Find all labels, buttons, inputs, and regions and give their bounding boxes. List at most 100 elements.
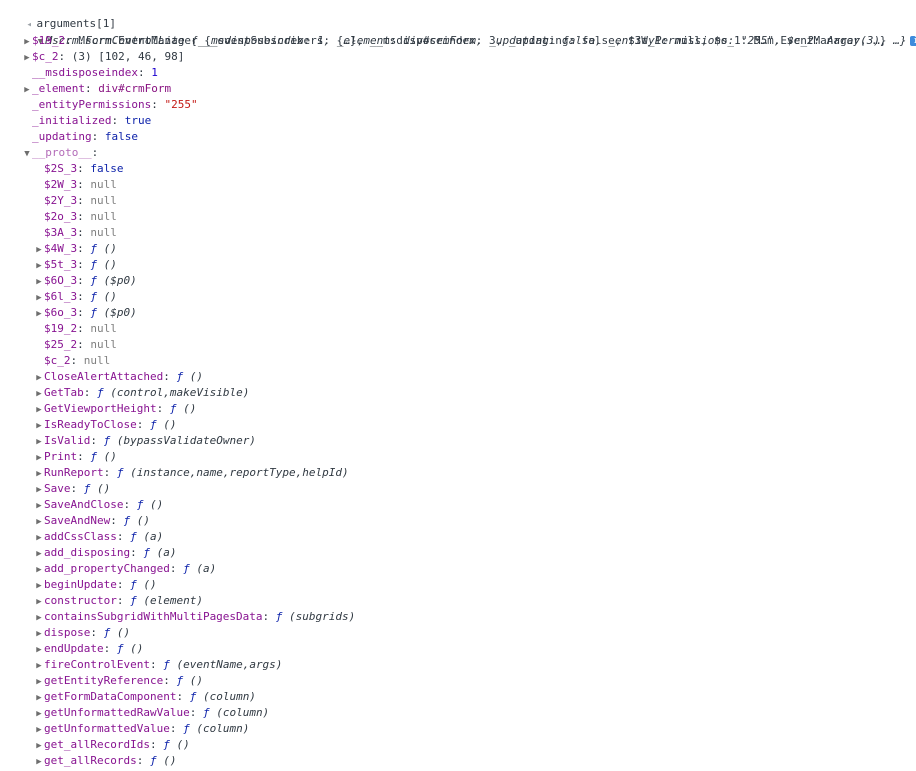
proto-property-row: ▶$2W_3: null	[34, 177, 117, 193]
proto-property-key: GetViewportHeight	[44, 402, 157, 415]
collapsed-arrow-icon[interactable]: ▶	[34, 658, 44, 674]
proto-property-row[interactable]: ▶ RunReport: ƒ (instance,name,reportType,…	[34, 465, 348, 482]
proto-property-key: $3A_3	[44, 226, 78, 239]
proto-property-row[interactable]: ▶ GetTab: ƒ (control,makeVisible)	[34, 385, 249, 401]
proto-property-value: ()	[116, 626, 131, 639]
proto-separator: :	[83, 386, 97, 399]
collapsed-arrow-icon[interactable]: ▶	[34, 386, 44, 402]
proto-property-row: ▶$2o_3: null	[34, 209, 117, 225]
proto-property-key: $6o_3	[44, 306, 78, 319]
property-row[interactable]: ▶ _element: div#crmForm	[22, 81, 171, 97]
collapsed-arrow-icon[interactable]: ▶	[34, 578, 44, 594]
proto-property-row[interactable]: ▶ getFormDataComponent: ƒ (column)	[34, 689, 256, 705]
proto-property-row[interactable]: ▶ constructor: ƒ (element)	[34, 593, 203, 609]
proto-separator: :	[103, 466, 117, 479]
collapsed-arrow-icon[interactable]: ▶	[34, 274, 44, 290]
collapsed-arrow-icon[interactable]: ▶	[22, 50, 32, 66]
function-symbol-icon: ƒ	[149, 754, 157, 767]
proto-property-row[interactable]: ▶ getEntityReference: ƒ ()	[34, 673, 203, 689]
collapsed-arrow-icon[interactable]: ▶	[34, 418, 44, 434]
collapsed-arrow-icon[interactable]: ▶	[22, 82, 32, 98]
proto-property-row[interactable]: ▶ dispose: ƒ ()	[34, 625, 130, 641]
proto-property-row[interactable]: ▶ beginUpdate: ƒ ()	[34, 577, 156, 594]
collapsed-arrow-icon[interactable]: ▶	[34, 258, 44, 274]
collapsed-arrow-icon[interactable]: ▶	[34, 610, 44, 626]
collapsed-arrow-icon[interactable]: ▶	[34, 306, 44, 322]
proto-property-value: ()	[189, 370, 203, 383]
proto-separator: :	[189, 706, 203, 719]
proto-separator: :	[77, 450, 91, 463]
collapsed-arrow-icon[interactable]: ▶	[34, 498, 44, 514]
collapsed-arrow-icon[interactable]: ▶	[34, 626, 44, 642]
proto-property-row[interactable]: ▶ $6O_3: ƒ ($p0)	[34, 273, 136, 290]
collapsed-arrow-icon[interactable]: ▶	[34, 434, 44, 450]
collapsed-arrow-icon[interactable]: ▶	[34, 754, 44, 770]
proto-property-row[interactable]: ▶ $6l_3: ƒ ()	[34, 289, 117, 305]
collapsed-arrow-icon[interactable]: ▶	[34, 466, 44, 482]
info-icon[interactable]: i	[910, 36, 916, 46]
proto-property-value: null	[90, 210, 117, 223]
collapsed-arrow-icon[interactable]: ▶	[34, 546, 44, 562]
collapsed-arrow-icon[interactable]: ▶	[34, 562, 44, 578]
property-row[interactable]: ▶ $19_2: Mscrm.EventManager {_eventSubscr…	[22, 33, 886, 49]
root-object-row[interactable]: ▼ Mscrm.FormControlLite {__msdisposeindex…	[0, 17, 916, 47]
proto-property-row[interactable]: ▶ containsSubgridWithMultiPagesData: ƒ (s…	[34, 609, 355, 625]
property-key: __proto__	[32, 146, 92, 159]
collapsed-arrow-icon[interactable]: ▶	[34, 722, 44, 738]
collapsed-arrow-icon[interactable]: ▶	[34, 690, 44, 706]
proto-property-key: Save	[44, 482, 71, 495]
proto-separator: :	[77, 306, 91, 319]
proto-property-row[interactable]: ▶ endUpdate: ƒ ()	[34, 641, 143, 657]
collapsed-arrow-icon[interactable]: ▶	[34, 370, 44, 386]
property-separator: :	[65, 34, 79, 47]
proto-property-key: getFormDataComponent	[44, 690, 177, 703]
collapsed-arrow-icon[interactable]: ▶	[34, 242, 44, 258]
proto-property-value: ()	[103, 242, 117, 255]
proto-property-row[interactable]: ▶ getUnformattedValue: ƒ (column)	[34, 721, 249, 737]
property-row[interactable]: ▶ $c_2: (3) [102, 46, 98]	[22, 49, 184, 65]
proto-property-row[interactable]: ▶ IsValid: ƒ (bypassValidateOwner)	[34, 433, 256, 449]
proto-property-key: $2Y_3	[44, 194, 78, 207]
proto-property-key: IsReadyToClose	[44, 418, 137, 431]
proto-property-row[interactable]: ▶ $5t_3: ƒ ()	[34, 257, 117, 273]
proto-property-row[interactable]: ▶ addCssClass: ƒ (a)	[34, 529, 163, 545]
collapsed-arrow-icon[interactable]: ▶	[34, 450, 44, 466]
proto-property-row[interactable]: ▶ getUnformattedRawValue: ƒ (column)	[34, 705, 269, 721]
proto-property-value: null	[90, 194, 117, 207]
proto-property-row[interactable]: ▶ CloseAlertAttached: ƒ ()	[34, 369, 203, 385]
proto-property-row[interactable]: ▶ fireControlEvent: ƒ (eventName,args)	[34, 657, 282, 673]
proto-property-row[interactable]: ▶ SaveAndClose: ƒ ()	[34, 497, 163, 513]
proto-property-row[interactable]: ▶ get_allRecordIds: ƒ ()	[34, 737, 189, 754]
collapsed-arrow-icon[interactable]: ▶	[34, 642, 44, 658]
collapsed-arrow-icon[interactable]: ▶	[34, 482, 44, 498]
proto-property-row[interactable]: ▶ Save: ƒ ()	[34, 481, 110, 497]
proto-separator: :	[77, 258, 91, 271]
proto-property-row[interactable]: ▶ add_disposing: ƒ (a)	[34, 545, 176, 561]
proto-property-row[interactable]: ▶ GetViewportHeight: ƒ ()	[34, 401, 196, 417]
proto-property-row[interactable]: ▶ SaveAndNew: ƒ ()	[34, 513, 150, 529]
proto-property-row[interactable]: ▶ get_allRecords: ƒ ()	[34, 753, 176, 769]
proto-property-row[interactable]: ▶ IsReadyToClose: ƒ ()	[34, 417, 176, 433]
proto-property-row[interactable]: ▶ $6o_3: ƒ ($p0)	[34, 305, 136, 322]
collapsed-arrow-icon[interactable]: ▶	[34, 530, 44, 546]
collapsed-arrow-icon[interactable]: ▶	[34, 706, 44, 722]
collapsed-arrow-icon[interactable]: ▶	[34, 738, 44, 754]
expanded-arrow-icon[interactable]: ▼	[22, 146, 32, 162]
proto-property-row[interactable]: ▶ $4W_3: ƒ ()	[34, 241, 117, 257]
collapsed-arrow-icon[interactable]: ▶	[34, 290, 44, 306]
collapsed-arrow-icon[interactable]: ▶	[34, 402, 44, 418]
proto-property-row[interactable]: ▶ add_propertyChanged: ƒ (a)	[34, 561, 216, 577]
function-symbol-icon: ƒ	[97, 386, 104, 399]
collapsed-arrow-icon[interactable]: ▶	[22, 34, 32, 50]
proto-property-key: SaveAndNew	[44, 514, 111, 527]
property-row[interactable]: ▼ __proto__:	[22, 145, 98, 161]
collapsed-arrow-icon[interactable]: ▶	[34, 514, 44, 530]
collapsed-arrow-icon[interactable]: ▶	[34, 594, 44, 610]
function-symbol-icon: ƒ	[143, 546, 150, 559]
proto-property-value: ()	[103, 258, 117, 271]
collapsed-arrow-icon[interactable]: ▶	[34, 674, 44, 690]
proto-property-row[interactable]: ▶ Print: ƒ ()	[34, 449, 117, 465]
